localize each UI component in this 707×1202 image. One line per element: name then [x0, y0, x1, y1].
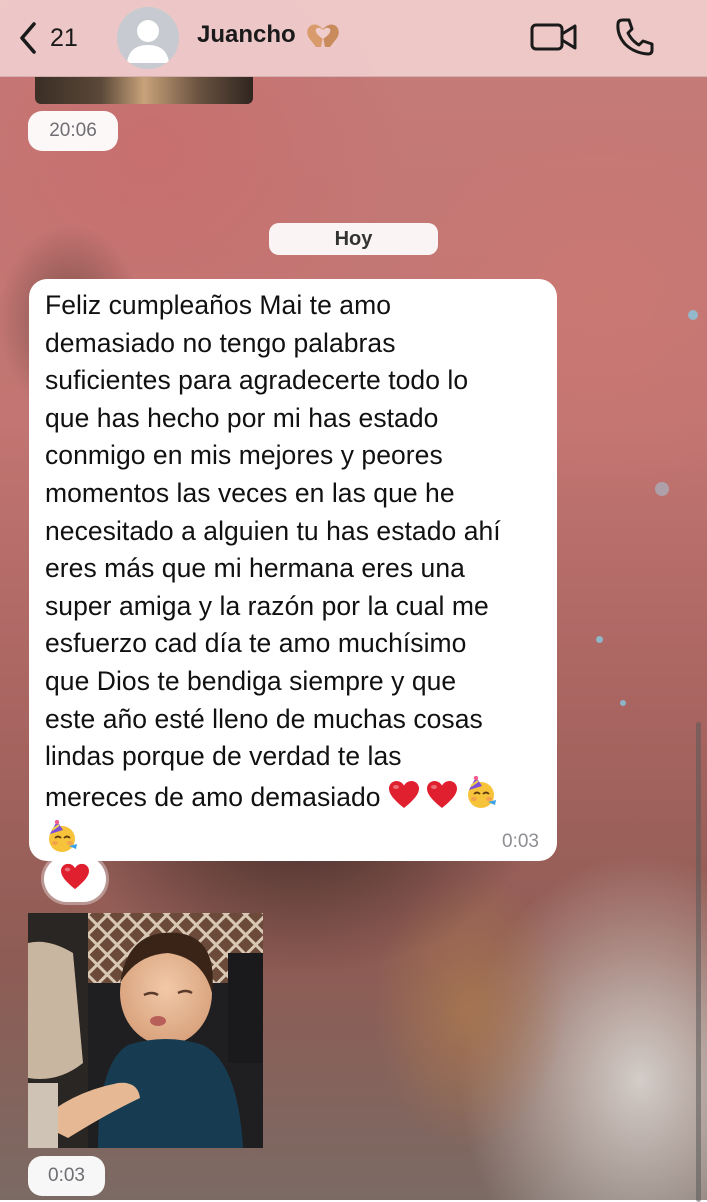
wallpaper-spot: [655, 482, 669, 496]
phone-icon: [616, 18, 654, 56]
message-line: que has hecho por mi has estado: [45, 402, 439, 433]
chevron-left-icon: [20, 22, 36, 54]
message-text: Feliz cumpleaños Mai te amo demasiado no…: [45, 287, 539, 865]
message-line-emoji: [45, 820, 539, 865]
message-line: demasiado no tengo palabras: [45, 327, 396, 358]
contact-name-text: Juancho: [197, 21, 296, 48]
voice-call-button[interactable]: [614, 16, 656, 58]
unread-count: 21: [50, 23, 78, 52]
photo-message[interactable]: [28, 913, 263, 1148]
message-line-with-emoji: mereces de amo demasiado: [45, 775, 539, 821]
message-time: 0:03: [502, 831, 539, 852]
message-time: 20:06: [28, 111, 118, 151]
scroll-indicator[interactable]: [696, 722, 701, 1202]
message-line: super amiga y la razón por la cual me: [45, 590, 489, 621]
message-line: conmigo en mis mejores y peores: [45, 440, 443, 471]
message-line: eres más que mi hermana eres una: [45, 553, 465, 584]
video-call-button[interactable]: [530, 20, 578, 54]
message-line: Feliz cumpleaños Mai te amo: [45, 290, 391, 320]
message-bubble[interactable]: Feliz cumpleaños Mai te amo demasiado no…: [29, 279, 557, 861]
date-separator: Hoy: [269, 223, 438, 255]
message-line: lindas porque de verdad te las: [45, 741, 402, 772]
contact-name[interactable]: Juancho: [197, 21, 342, 49]
message-line: esfuerzo cad día te amo muchísimo: [45, 628, 467, 659]
reaction-badge[interactable]: [44, 856, 106, 902]
wallpaper-spot: [596, 636, 603, 643]
message-line: suficientes para agradecerte todo lo: [45, 365, 469, 396]
message-line: necesitado a alguien tu has estado ahí: [45, 515, 501, 546]
wallpaper-spot: [620, 700, 626, 706]
heart-hands-emoji: [304, 21, 342, 49]
wallpaper-spot: [688, 310, 698, 320]
contact-avatar[interactable]: [117, 7, 179, 69]
red-heart-emoji: [426, 780, 458, 821]
red-heart-icon: [60, 863, 90, 896]
video-camera-icon: [530, 23, 577, 51]
photo-message-time: 0:03: [28, 1156, 105, 1196]
baby-photo: [28, 913, 263, 1148]
message-line: que Dios te bendiga siempre y que: [45, 665, 457, 696]
previous-photo-message[interactable]: [35, 76, 253, 104]
chat-header: 21 Juancho: [0, 0, 707, 77]
message-line: momentos las veces en las que he: [45, 477, 455, 508]
message-line: este año esté lleno de muchas cosas: [45, 703, 483, 734]
back-button[interactable]: 21: [14, 14, 78, 62]
message-line: mereces de amo demasiado: [45, 781, 381, 812]
red-heart-emoji: [388, 780, 420, 821]
default-avatar-icon: [117, 7, 179, 69]
partying-face-emoji: [464, 775, 498, 821]
